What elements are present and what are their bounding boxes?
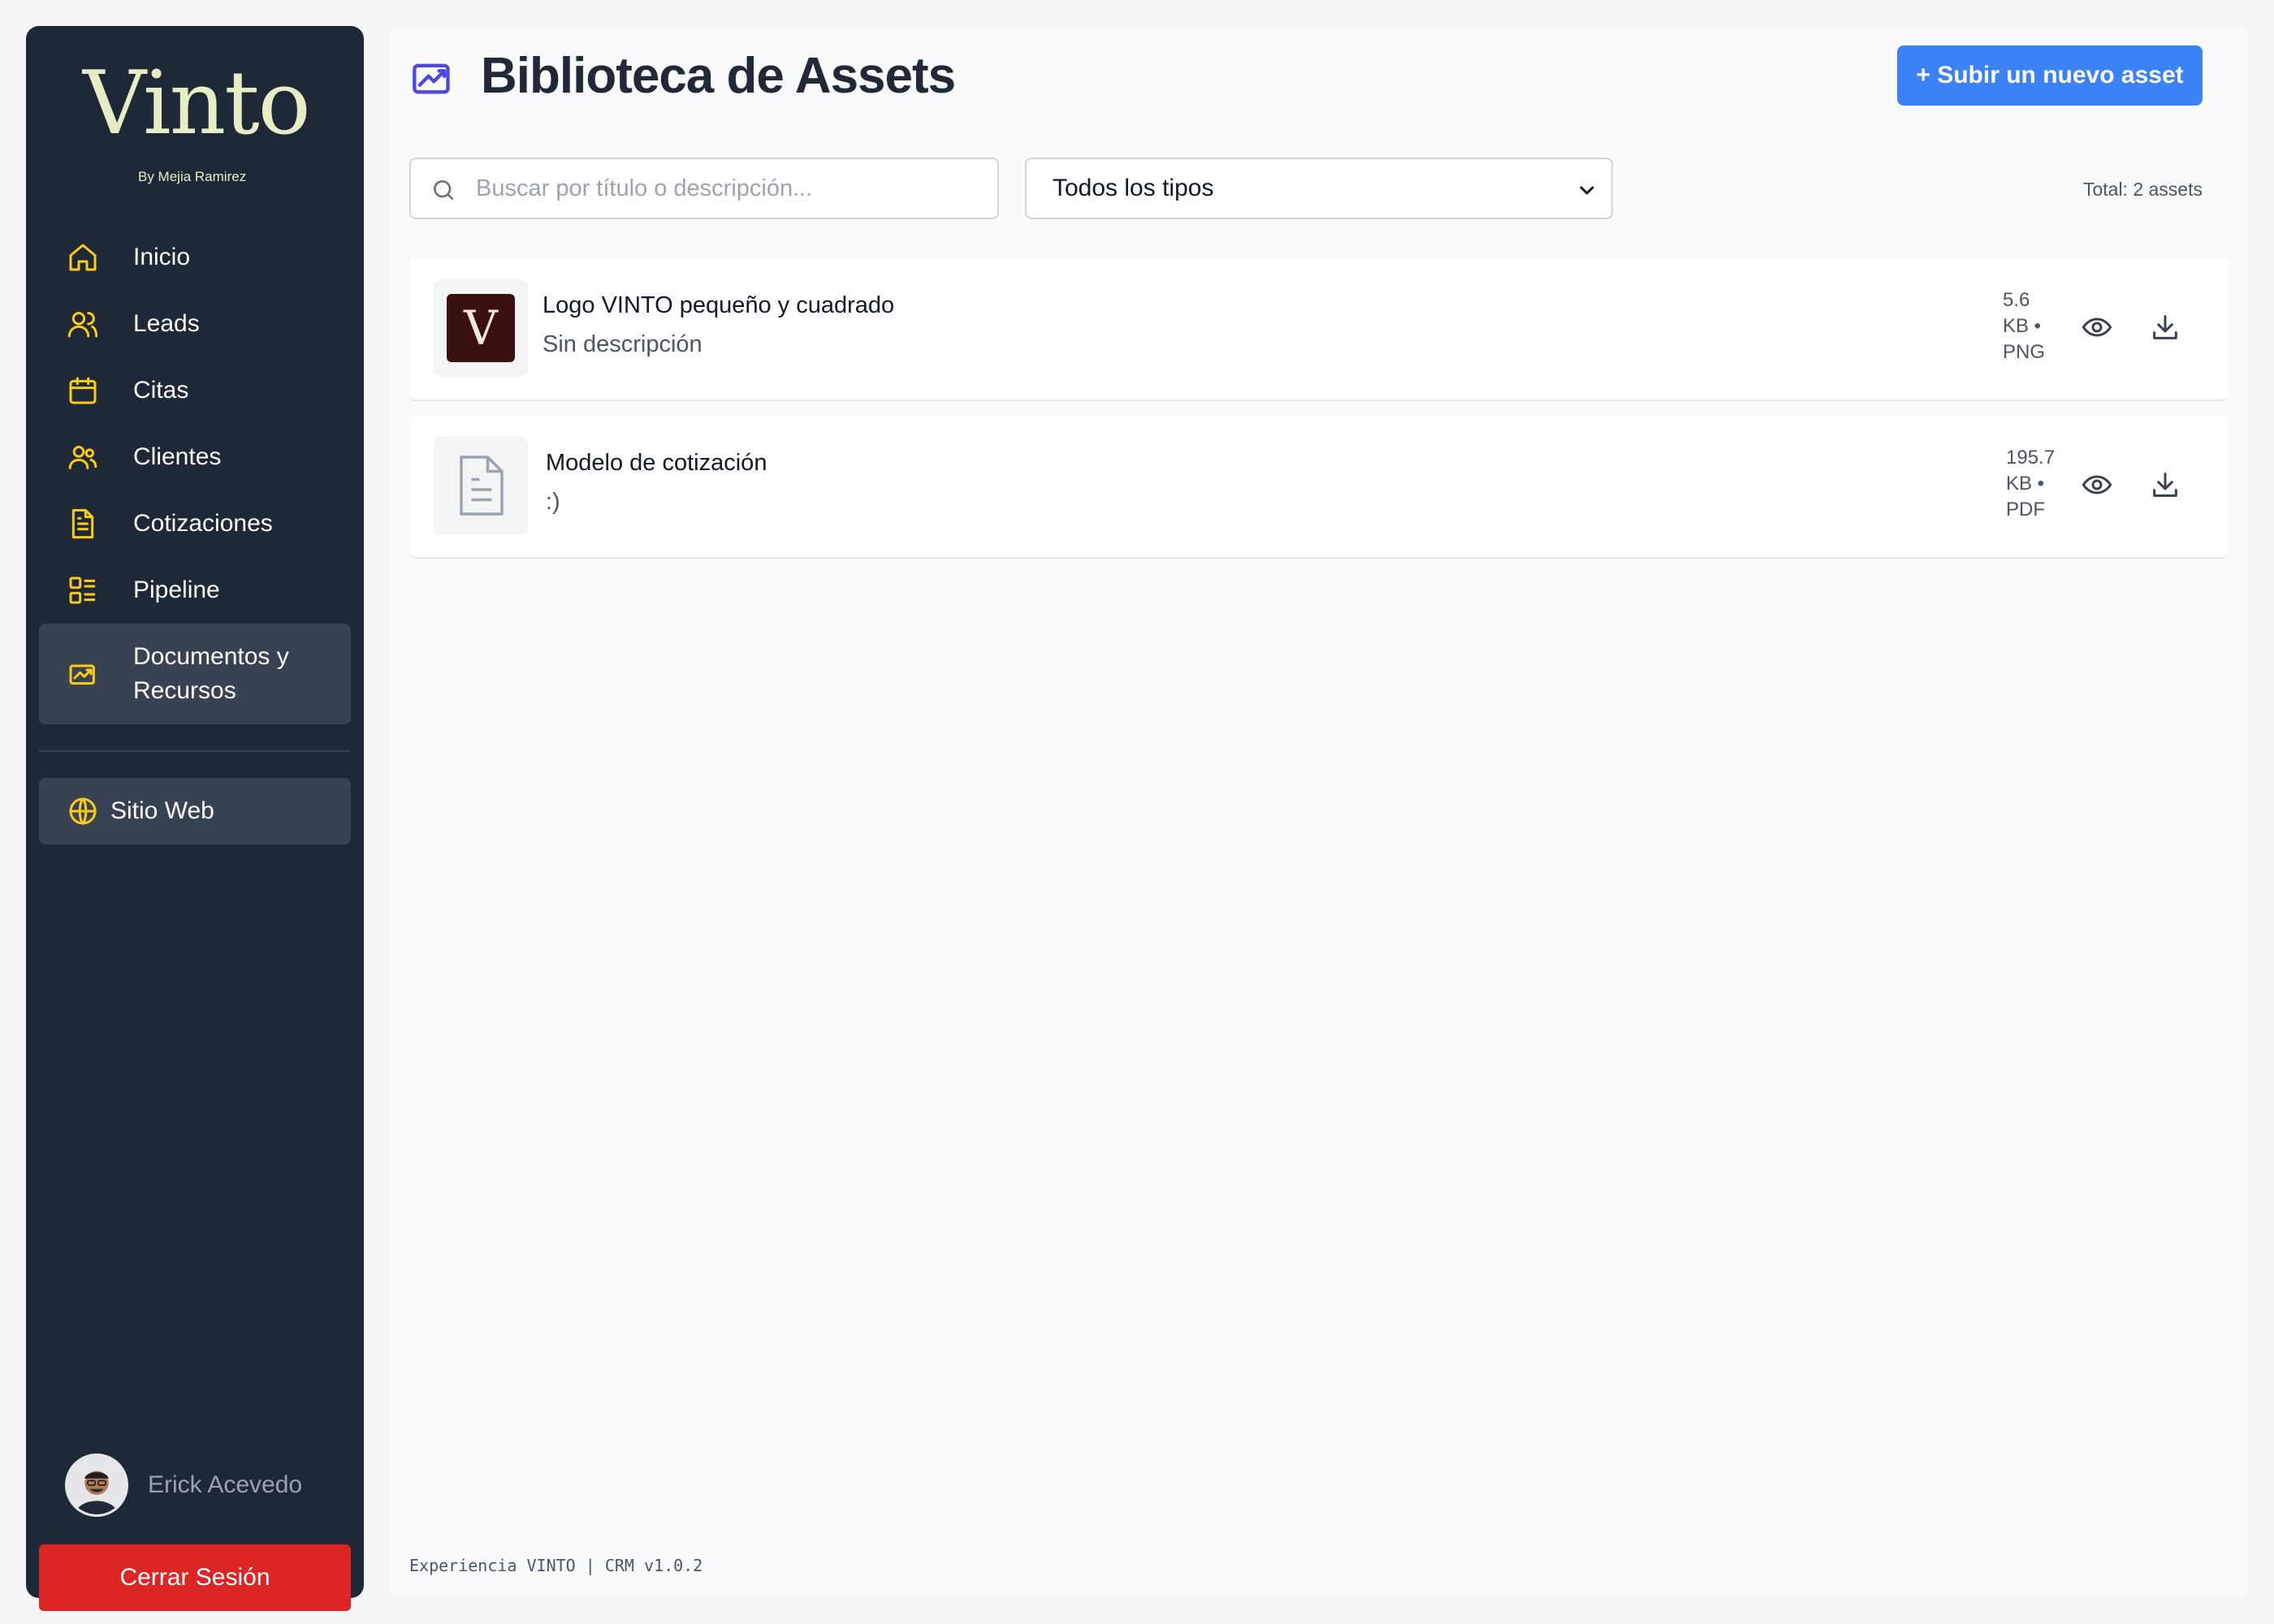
search-box[interactable] (409, 158, 999, 219)
calendar-icon (69, 377, 97, 404)
asset-type: PNG (2003, 341, 2046, 363)
download-icon (2153, 472, 2177, 497)
eye-icon (2082, 474, 2112, 495)
logo-wordmark: Vinto (83, 53, 311, 154)
sidebar-item-leads[interactable]: Leads (39, 291, 351, 357)
sidebar: Vinto By Mejia Ramirez Inicio Leads Cita… (26, 26, 364, 1611)
sidebar-divider (39, 750, 351, 752)
globe-icon (69, 797, 97, 825)
sidebar-item-citas[interactable]: Citas (39, 357, 351, 424)
download-button[interactable] (2146, 466, 2185, 505)
asset-type: PDF (2006, 499, 2045, 520)
sidebar-item-label: Pipeline (133, 577, 220, 603)
users-icon (67, 312, 98, 338)
type-filter-select[interactable]: Todos los tipos (1025, 158, 1613, 219)
sidebar-item-inicio[interactable]: Inicio (39, 224, 351, 291)
type-filter-value: Todos los tipos (1053, 175, 1214, 201)
list-item[interactable]: Modelo de cotización :) 195.7 KB • PDF (409, 416, 2229, 559)
asset-thumbnail: V (434, 279, 528, 377)
sidebar-item-label: Leads (133, 310, 200, 337)
sidebar-item-pipeline[interactable]: Pipeline (39, 557, 351, 624)
chart-folder-icon (413, 63, 450, 94)
asset-meta: 195.7 KB • PDF (2006, 445, 2063, 523)
download-icon (2153, 314, 2177, 339)
list-item[interactable]: V Logo VINTO pequeño y cuadrado Sin desc… (409, 258, 2229, 401)
brand-logo[interactable]: Vinto By Mejia Ramirez (83, 60, 311, 198)
chevron-down-icon (1580, 186, 1594, 195)
main-content: Biblioteca de Assets + Subir un nuevo as… (390, 26, 2248, 1598)
sidebar-item-label: Documentos y Recursos (133, 643, 289, 704)
logout-button[interactable]: Cerrar Sesión (39, 1544, 351, 1611)
eye-icon (2082, 317, 2112, 337)
asset-description: Sin descripción (543, 331, 703, 357)
search-icon (434, 180, 453, 200)
sidebar-item-label: Citas (133, 377, 189, 404)
asset-unit: KB • (2003, 315, 2042, 337)
pipeline-icon (69, 577, 95, 604)
avatar-icon (67, 1456, 126, 1514)
asset-size: 5.6 (2003, 289, 2030, 311)
home-icon (69, 244, 97, 271)
asset-size: 195.7 (2006, 447, 2056, 469)
sidebar-item-clientes[interactable]: Clientes (39, 424, 351, 490)
asset-unit: KB • (2006, 473, 2045, 495)
upload-asset-button[interactable]: + Subir un nuevo asset (1897, 45, 2203, 106)
sidebar-item-label: Clientes (133, 443, 222, 470)
users-group-icon (68, 446, 97, 469)
asset-meta: 5.6 KB • PNG (2003, 287, 2060, 365)
sidebar-item-label: Inicio (133, 244, 191, 270)
user-profile[interactable]: Erick Acevedo (65, 1453, 302, 1517)
view-button[interactable] (2077, 466, 2116, 505)
asset-description: :) (546, 489, 560, 515)
total-count: Total: 2 assets (2082, 179, 2203, 200)
chart-folder-icon (69, 664, 95, 685)
asset-title: Modelo de cotización (546, 450, 767, 476)
main-nav: Inicio Leads Citas Clientes Cotizaciones… (39, 224, 351, 724)
asset-list: V Logo VINTO pequeño y cuadrado Sin desc… (409, 258, 2229, 573)
download-button[interactable] (2146, 309, 2185, 348)
footer-version: Experiencia VINTO | CRM v1.0.2 (409, 1556, 703, 1575)
asset-thumbnail (434, 437, 528, 534)
avatar (65, 1453, 128, 1517)
file-text-icon (460, 456, 504, 516)
logo-subtitle: By Mejia Ramirez (138, 169, 247, 184)
user-name: Erick Acevedo (148, 1471, 303, 1498)
view-button[interactable] (2077, 309, 2116, 348)
asset-logo-thumb: V (447, 294, 515, 362)
sidebar-item-sitio-web[interactable]: Sitio Web (39, 778, 351, 844)
sidebar-item-label: Cotizaciones (133, 510, 273, 537)
sidebar-item-documentos[interactable]: Documentos y Recursos (39, 624, 351, 724)
document-icon (71, 508, 94, 539)
search-input[interactable] (476, 159, 979, 218)
sidebar-item-cotizaciones[interactable]: Cotizaciones (39, 490, 351, 557)
asset-title: Logo VINTO pequeño y cuadrado (543, 292, 895, 318)
page-title: Biblioteca de Assets (481, 48, 956, 104)
sidebar-item-label: Sitio Web (110, 797, 214, 824)
